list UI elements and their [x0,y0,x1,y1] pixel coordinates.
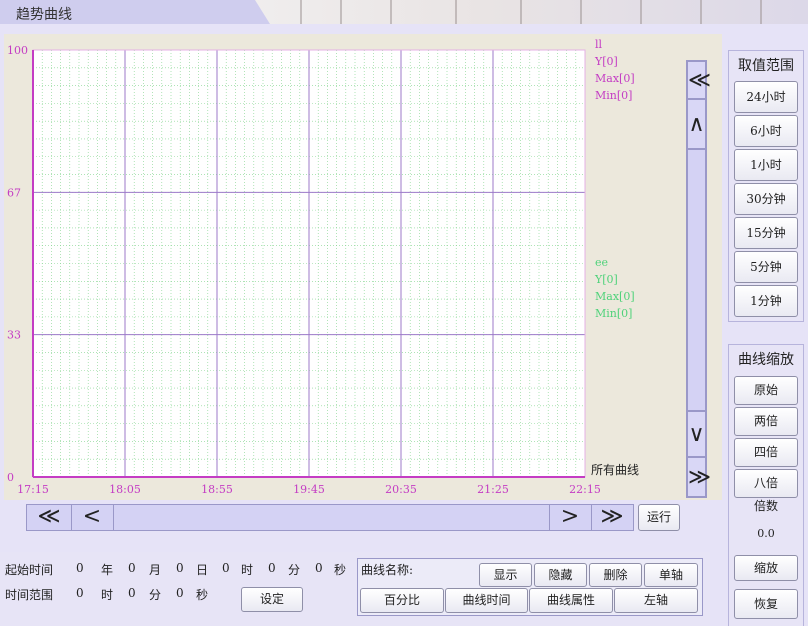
range-24h-button[interactable]: 24小时 [734,81,798,113]
horizontal-scrollbar[interactable]: ≪ < > ≫ [26,504,634,531]
range-second-value[interactable]: 0 [176,586,184,600]
legend-ee-label: Y[0] [594,273,618,286]
zoom-button[interactable]: 缩放 [734,555,798,581]
all-curves-label: 所有曲线 [591,463,639,477]
year-unit: 年 [101,563,114,577]
scroll-top-button[interactable]: ≪ [687,61,711,99]
range-1h-button[interactable]: 1小时 [734,149,798,181]
second-unit: 秒 [334,563,347,577]
zoom-8x-button[interactable]: 八倍 [734,469,798,498]
zoom-panel-title: 曲线缩放 [738,352,794,368]
legend-ee-label: Max[0] [595,290,635,303]
curve-properties-button[interactable]: 曲线属性 [529,588,613,613]
up-icon: ∧ [688,112,705,137]
x-tick-label: 21:25 [477,483,509,496]
x-tick-label: 22:15 [569,483,601,496]
scroll-prev-button[interactable]: < [71,505,114,530]
set-time-button[interactable]: 设定 [241,587,303,612]
double-left-icon: ≪ [37,504,61,529]
vscroll-track[interactable] [687,149,706,411]
start-year-value[interactable]: 0 [76,561,84,575]
restore-button[interactable]: 恢复 [734,589,798,619]
right-icon: > [560,504,580,529]
start-minute-value[interactable]: 0 [268,561,276,575]
window-title-tab: 趋势曲线 [0,0,270,24]
range-15m-button[interactable]: 15分钟 [734,217,798,249]
start-day-value[interactable]: 0 [176,561,184,575]
legend-ll-label: Y[0] [594,55,618,68]
y-tick-label: 100 [7,44,28,57]
y-tick-label: 0 [7,471,14,484]
legend-ee-label: Min[0] [595,307,632,320]
start-second-value[interactable]: 0 [315,561,323,575]
legend-ee-label: ee [595,256,608,269]
range-30m-button[interactable]: 30分钟 [734,183,798,215]
time-range-label: 时间范围 [5,588,54,602]
scroll-up-button[interactable]: ∧ [687,99,706,149]
scroll-next-button[interactable]: > [549,505,592,530]
start-time-label: 起始时间 [5,563,54,577]
month-unit: 月 [149,563,162,577]
vertical-scrollbar[interactable]: ≪ ∧ ∨ ≫ [686,60,711,498]
range-hour-value[interactable]: 0 [76,586,84,600]
range-1m-button[interactable]: 1分钟 [734,285,798,317]
double-down-icon: ≫ [688,465,712,490]
hide-button[interactable]: 隐藏 [534,563,587,587]
down-icon: ∨ [688,422,705,447]
double-up-icon: ≪ [688,68,712,93]
trend-chart: 100 67 33 017:15 18:05 18:55 19:45 20:35 21:25 22… [7,38,639,496]
y-tick-label: 67 [7,186,21,199]
chart-area: 100 67 33 0 17:15 18:05 18:55 19:45 20:35 21:25 22… [4,34,722,500]
zoom-2x-button[interactable]: 两倍 [734,407,798,436]
range-6h-button[interactable]: 6小时 [734,115,798,147]
show-button[interactable]: 显示 [479,563,532,587]
left-icon: < [82,504,102,529]
zoom-4x-button[interactable]: 四倍 [734,438,798,467]
hour-unit: 时 [241,563,254,577]
run-button[interactable]: 运行 [638,504,680,531]
x-tick-label: 18:05 [109,483,141,496]
x-tick-label: 17:15 [17,483,49,496]
range-hour-unit: 时 [101,588,114,602]
single-axis-button[interactable]: 单轴 [644,563,698,587]
range-panel-title: 取值范围 [738,58,794,74]
zoom-panel: 曲线缩放 原始 两倍 四倍 八倍 倍数 0.0 缩放 恢复 [728,344,804,626]
x-tick-label: 19:45 [293,483,325,496]
legend-ll-label: Max[0] [595,72,635,85]
curve-name-label: 曲线名称: [361,563,414,577]
y-tick-label: 33 [7,329,21,342]
hscroll-track[interactable] [113,505,550,530]
scroll-bottom-button[interactable]: ≫ [687,457,711,497]
range-second-unit: 秒 [196,588,209,602]
double-right-icon: ≫ [600,504,624,529]
minute-unit: 分 [288,563,301,577]
zoom-factor-value: 0.0 [757,527,775,540]
range-5m-button[interactable]: 5分钟 [734,251,798,283]
x-tick-label: 18:55 [201,483,233,496]
range-panel: 取值范围 24小时 6小时 1小时 30分钟 15分钟 5分钟 1分钟 [728,50,804,322]
left-axis-button[interactable]: 左轴 [614,588,698,613]
zoom-factor-label: 倍数 [753,499,778,513]
scroll-last-button[interactable]: ≫ [591,505,633,530]
legend-ll-label: ll [595,38,603,51]
curve-time-button[interactable]: 曲线时间 [445,588,528,613]
legend-ll-label: Min[0] [595,89,632,102]
x-tick-label: 20:35 [385,483,417,496]
zoom-original-button[interactable]: 原始 [734,376,798,405]
percent-button[interactable]: 百分比 [360,588,444,613]
range-minute-value[interactable]: 0 [128,586,136,600]
window-title: 趋势曲线 [16,7,72,23]
delete-button[interactable]: 删除 [589,563,642,587]
start-month-value[interactable]: 0 [128,561,136,575]
start-hour-value[interactable]: 0 [222,561,230,575]
range-minute-unit: 分 [149,588,162,602]
day-unit: 日 [196,563,209,577]
scroll-down-button[interactable]: ∨ [687,411,706,457]
scroll-first-button[interactable]: ≪ [27,505,72,530]
